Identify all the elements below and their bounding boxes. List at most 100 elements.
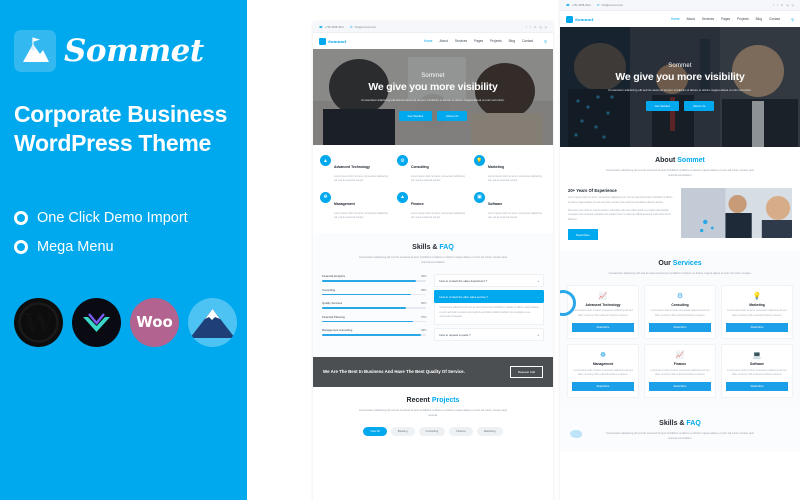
service-card[interactable]: 💻 Software Lorem ipsum dolor sit amet co… — [721, 344, 793, 399]
instagram-icon[interactable]: ig — [786, 3, 788, 7]
nav-item-blog[interactable]: Blog — [509, 39, 515, 43]
service-title: Marketing — [749, 302, 765, 307]
nav-item-projects[interactable]: Projects — [490, 39, 502, 43]
accordion-question: How to contact the sales department ? — [439, 278, 488, 283]
about-us-button[interactable]: About Us — [437, 110, 468, 121]
facebook-icon[interactable]: f — [773, 3, 774, 7]
nav-logo[interactable]: Sommet — [319, 37, 346, 45]
nav-item-services[interactable]: Services — [455, 39, 467, 43]
skill-percent: 90% — [421, 275, 427, 278]
list-item[interactable]: 💡 Marketing Lorem ipsum dolor sit amet, … — [474, 155, 546, 184]
twitter-icon[interactable]: t — [777, 3, 778, 7]
nav-item-about[interactable]: About — [440, 39, 448, 43]
list-item[interactable]: ▣ Software Lorem ipsum dolor sit amet, c… — [474, 191, 546, 221]
nav-item-projects[interactable]: Projects — [737, 17, 749, 21]
filter-marketing[interactable]: Marketing — [476, 427, 503, 437]
nav-item-blog[interactable]: Blog — [756, 17, 762, 21]
youtube-icon[interactable]: yt — [792, 3, 794, 7]
nav-item-services[interactable]: Services — [702, 17, 714, 21]
list-item[interactable]: ☸ Management Lorem ipsum dolor sit amet,… — [320, 191, 392, 221]
topbar-phone[interactable]: ☎ +752-3548-3612 — [566, 3, 591, 7]
nav-item-contact[interactable]: Contact — [769, 17, 780, 21]
theme-preview-middle[interactable]: ☎ +752-3548-3612 ✉ info@sommet.com f t i… — [313, 22, 553, 500]
get-started-button[interactable]: Get Started — [645, 100, 679, 111]
service-text: Lorem ipsum dolor sit amet, consectetur … — [488, 211, 542, 220]
service-title: Advanced Technology — [334, 165, 370, 169]
nav-item-contact[interactable]: Contact — [522, 39, 533, 43]
get-started-button[interactable]: Get Started — [398, 110, 432, 121]
about-paragraph-1: Lorem ipsum dolor sit amet, consectetur … — [568, 196, 673, 204]
project-filters[interactable]: View All Banking Consulting Finance Mark… — [321, 427, 545, 437]
read-more-button[interactable]: Read More — [649, 323, 711, 333]
projects-section: Recent Projects Consectetur adipiscing e… — [313, 387, 553, 447]
linkedin-icon[interactable]: in — [781, 3, 783, 7]
list-item[interactable]: ▲ Finance Lorem ipsum dolor sit amet, co… — [397, 191, 469, 221]
list-item: Consulting 85% — [322, 287, 427, 296]
section-title-main: Skills & — [659, 420, 685, 428]
skill-label: Consulting — [322, 287, 336, 292]
linkedin-icon[interactable]: in — [534, 25, 536, 29]
nav-item-pages[interactable]: Pages — [721, 17, 730, 21]
read-more-button[interactable]: Read More — [572, 323, 634, 333]
hero-buttons: Get Started About Us — [398, 110, 468, 121]
read-more-button[interactable]: Read More — [726, 323, 788, 333]
service-card[interactable]: 📈 Finance Lorem ipsum dolor sit amet con… — [644, 344, 716, 399]
topbar-email[interactable]: ✉ info@sommet.com — [350, 25, 376, 29]
mountain-flag-icon — [566, 15, 573, 23]
about-us-button[interactable]: About Us — [684, 100, 715, 111]
cta-banner: We Are The Best In Business And Have The… — [313, 357, 553, 388]
topbar-email[interactable]: ✉ info@sommet.com — [597, 3, 623, 7]
handshake-icon: ☸ — [599, 352, 607, 360]
service-card[interactable]: ☸ Management Lorem ipsum dolor sit amet … — [567, 344, 639, 399]
search-icon[interactable]: ⚲ — [544, 39, 547, 44]
accordion-item-active[interactable]: How to contact the after sales service ?… — [434, 290, 544, 303]
nav-item-home[interactable]: Home — [424, 39, 433, 43]
instagram-icon[interactable]: ig — [539, 25, 541, 29]
facebook-icon[interactable]: f — [526, 25, 527, 29]
service-card[interactable]: 📈 Advanced Technology Lorem ipsum dolor … — [567, 284, 639, 340]
service-title: Finance — [673, 362, 687, 367]
section-title-main: Recent — [406, 397, 430, 405]
progress-track — [322, 293, 427, 296]
chart-icon: 📈 — [598, 292, 608, 300]
filter-banking[interactable]: Banking — [390, 427, 415, 437]
chevron-up-icon: − — [537, 294, 539, 299]
promo-panel: Sommet Corporate Business WordPress Them… — [0, 0, 247, 500]
nav-links[interactable]: Home About Services Pages Projects Blog … — [671, 17, 794, 22]
topbar: ☎ +752-3548-3612 ✉ info@sommet.com f t i… — [560, 0, 800, 11]
youtube-icon[interactable]: yt — [545, 25, 547, 29]
filter-consulting[interactable]: Consulting — [418, 427, 446, 437]
nav-item-home[interactable]: Home — [671, 17, 680, 21]
theme-preview-right[interactable]: ☎ +752-3548-3612 ✉ info@sommet.com f t i… — [560, 0, 800, 500]
about-paragraph-2: Duis aute irure dolor in reprehenderit i… — [568, 208, 671, 221]
search-icon[interactable]: ⚲ — [791, 17, 794, 22]
accordion-item[interactable]: How to request a quote ? + — [434, 328, 544, 342]
nav-item-pages[interactable]: Pages — [474, 39, 483, 43]
service-title: Management — [592, 362, 614, 367]
service-card[interactable]: ⚙ Consulting Lorem ipsum dolor sit amet … — [644, 284, 716, 340]
read-more-button[interactable]: Read More — [572, 382, 634, 392]
read-more-button[interactable]: Read More — [568, 229, 598, 241]
list-item: Quality Services 80% — [322, 301, 427, 309]
feature-list: One Click Demo Import Mega Menu — [14, 210, 231, 255]
filter-view-all[interactable]: View All — [363, 427, 387, 437]
nav-item-about[interactable]: About — [687, 17, 695, 21]
list-item[interactable]: ⚙ Consulting Lorem ipsum dolor sit amet,… — [397, 155, 469, 184]
skill-percent: 95% — [421, 329, 427, 333]
service-card[interactable]: 💡 Marketing Lorem ipsum dolor sit amet c… — [721, 284, 793, 340]
service-text: Lorem ipsum dolor sit amet consectetur a… — [727, 369, 787, 376]
filter-finance[interactable]: Finance — [449, 427, 473, 437]
request-call-button[interactable]: Request Call — [509, 366, 543, 379]
topbar-phone[interactable]: ☎ +752-3548-3612 — [319, 25, 344, 29]
faq-accordion[interactable]: How to contact the sales department ? + … — [434, 274, 544, 344]
navbar: Sommet Home About Services Pages Project… — [313, 33, 553, 49]
list-item[interactable]: ▲ Advanced Technology Lorem ipsum dolor … — [320, 155, 392, 184]
social-links[interactable]: f t in ig yt — [526, 25, 547, 29]
read-more-button[interactable]: Read More — [649, 382, 711, 392]
read-more-button[interactable]: Read More — [726, 382, 788, 392]
nav-links[interactable]: Home About Services Pages Projects Blog … — [424, 39, 547, 44]
accordion-item[interactable]: How to contact the sales department ? + — [434, 274, 544, 287]
social-links[interactable]: f t in ig yt — [773, 3, 794, 7]
nav-logo[interactable]: Sommet — [566, 15, 593, 23]
twitter-icon[interactable]: t — [530, 25, 531, 29]
